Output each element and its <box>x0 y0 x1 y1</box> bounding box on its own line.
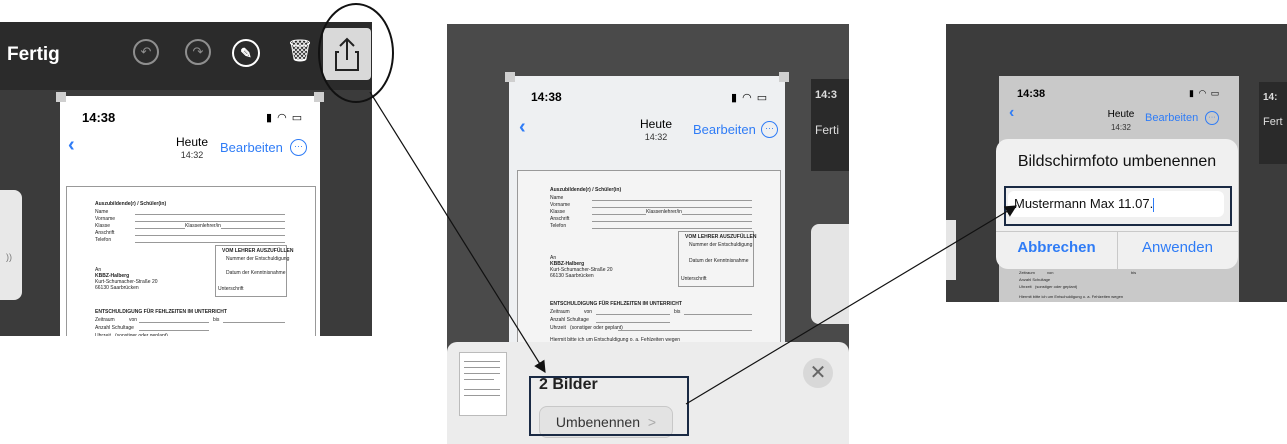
status-time: 14:38 <box>82 110 116 125</box>
close-icon[interactable]: ✕ <box>803 358 833 388</box>
side-tab: )) <box>0 190 22 300</box>
cancel-button[interactable]: Abbrechen <box>996 239 1117 256</box>
edit-button[interactable]: Bearbeiten <box>1145 112 1198 124</box>
peek-time: 14:3 <box>815 89 838 101</box>
nav-title: Heute 14:32 <box>639 117 673 143</box>
status-icons: ▮ ◠ ▭ <box>1189 88 1221 98</box>
highlight-box-input <box>1004 186 1232 226</box>
screenshot-preview: 14:38 ▮ ◠ ▭ ‹ Heute 14:32 Bearbeiten ··· … <box>56 92 324 336</box>
markup-pen-icon[interactable]: ✎ <box>232 39 260 67</box>
document-page: Auszubildende(r) / Schüler(in) Name Vorn… <box>517 170 781 368</box>
document-fragment: Zeitraum von bis Anzahl Schultage Uhrzei… <box>1019 270 1137 299</box>
edit-button[interactable]: Bearbeiten <box>220 140 283 155</box>
side-tab <box>811 224 849 324</box>
trash-icon[interactable]: 🗑 <box>286 38 314 64</box>
panel-rename-dialog: 14:38 ▮ ◠ ▭ ‹ Heute 14:32 Bearbeiten ··· … <box>946 24 1287 302</box>
apply-button[interactable]: Anwenden <box>1117 239 1238 256</box>
back-chevron-icon[interactable]: ‹ <box>1009 104 1014 122</box>
more-icon[interactable]: ··· <box>1205 111 1219 125</box>
status-time: 14:38 <box>531 90 562 104</box>
edit-button[interactable]: Bearbeiten <box>693 122 756 137</box>
undo-icon[interactable]: ↶ <box>133 39 159 65</box>
status-icons: ▮ ◠ ▭ <box>731 92 769 104</box>
next-screenshot-peek: 14: Fert <box>1259 82 1287 164</box>
peek-label: Fert <box>1263 116 1283 128</box>
document-page: Auszubildende(r) / Schüler(in) Name Vorn… <box>66 186 316 336</box>
back-chevron-icon[interactable]: ‹ <box>519 116 526 139</box>
screenshot-thumbnail <box>459 352 507 416</box>
more-icon[interactable]: ··· <box>290 139 307 156</box>
next-screenshot-peek: 14:3 Ferti <box>811 79 849 171</box>
status-time: 14:38 <box>1017 88 1046 100</box>
peek-label: Ferti <box>815 123 839 137</box>
nav-title: Heute 14:32 <box>1107 109 1135 132</box>
nav-title: Heute 14:32 <box>175 135 209 161</box>
more-icon[interactable]: ··· <box>761 121 778 138</box>
done-button[interactable]: Fertig <box>7 44 60 66</box>
screenshot-preview: 14:38 ▮ ◠ ▭ ‹ Heute 14:32 Bearbeiten ··· … <box>505 72 789 374</box>
highlight-ellipse <box>318 3 394 103</box>
dialog-title: Bildschirmfoto umbenennen <box>1017 153 1217 170</box>
highlight-box-rename <box>529 376 689 436</box>
back-chevron-icon[interactable]: ‹ <box>68 134 75 157</box>
peek-time: 14: <box>1263 92 1278 103</box>
status-icons: ▮ ◠ ▭ <box>266 112 304 124</box>
panel-screenshot-editor: Fertig ↶ ↷ ✎ 🗑 )) 14:38 ▮ ◠ ▭ ‹ Heute 14:… <box>0 22 372 336</box>
redo-icon[interactable]: ↷ <box>185 39 211 65</box>
side-tab <box>946 220 956 280</box>
